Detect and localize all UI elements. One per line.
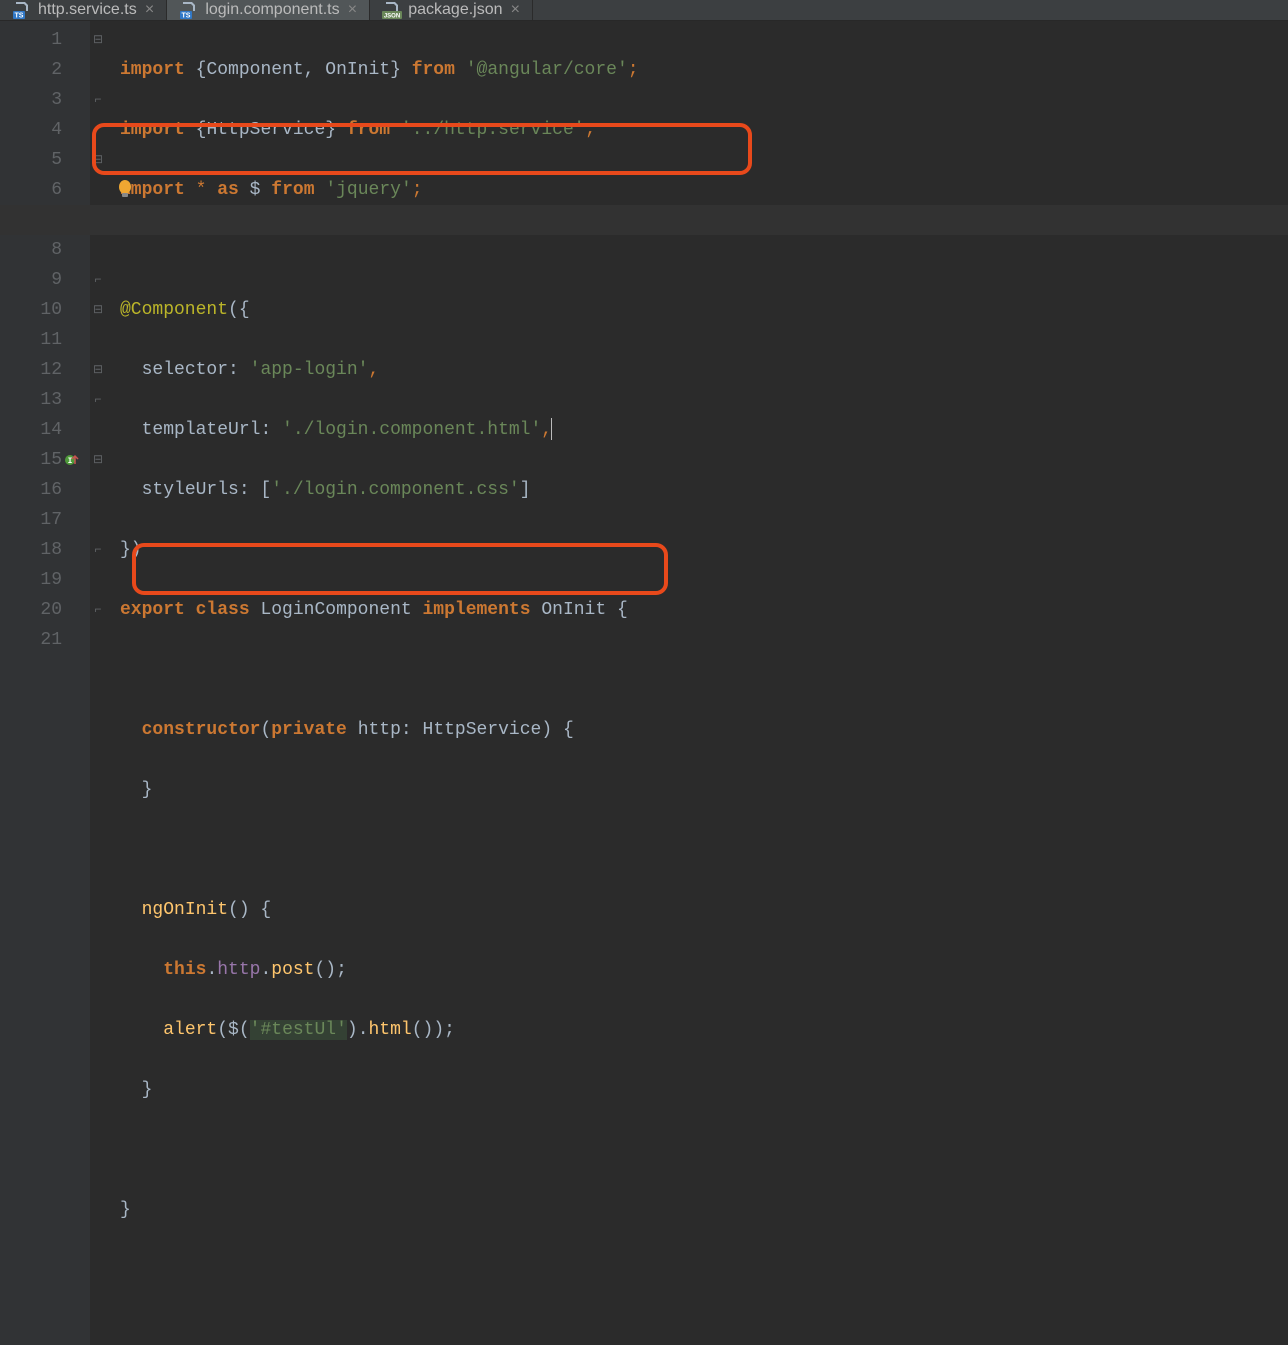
line-number: 6 xyxy=(0,175,62,205)
line-number: 15 xyxy=(0,445,62,475)
line-number: 17 xyxy=(0,505,62,535)
code-editor[interactable]: 1 2 3 4 5 6 7 8 9 10 11 12 13 14 15 16 1… xyxy=(0,21,1288,1345)
tab-label: package.json xyxy=(408,1,502,19)
line-number: 5 xyxy=(0,145,62,175)
line-number: 1 xyxy=(0,25,62,55)
svg-text:TS: TS xyxy=(182,13,191,20)
tab-label: http.service.ts xyxy=(38,1,137,19)
tab-label: login.component.ts xyxy=(205,1,339,19)
line-number: 12 xyxy=(0,355,62,385)
line-number: 11 xyxy=(0,325,62,355)
tab-login-component[interactable]: TS login.component.ts × xyxy=(167,0,370,20)
code-text[interactable]: import {Component, OnInit} from '@angula… xyxy=(90,21,1288,1345)
line-number: 21 xyxy=(0,625,62,655)
line-number: 3 xyxy=(0,85,62,115)
tab-http-service[interactable]: TS http.service.ts × xyxy=(0,0,167,20)
line-number: 18 xyxy=(0,535,62,565)
line-number: 13 xyxy=(0,385,62,415)
svg-text:TS: TS xyxy=(15,13,24,20)
line-number: 2 xyxy=(0,55,62,85)
line-number: 14 xyxy=(0,415,62,445)
line-number: 10 xyxy=(0,295,62,325)
json-file-icon: JSON xyxy=(382,0,402,20)
gutter-marker-icon[interactable]: I xyxy=(64,452,80,468)
line-number: 8 xyxy=(0,235,62,265)
close-icon[interactable]: × xyxy=(143,1,157,19)
close-icon[interactable]: × xyxy=(346,1,360,19)
intention-bulb-icon[interactable] xyxy=(116,179,136,199)
close-icon[interactable]: × xyxy=(509,1,523,19)
tab-package-json[interactable]: JSON package.json × xyxy=(370,0,533,20)
line-number: 19 xyxy=(0,565,62,595)
line-number: 16 xyxy=(0,475,62,505)
ts-file-icon: TS xyxy=(179,0,199,20)
ts-file-icon: TS xyxy=(12,0,32,20)
line-number: 20 xyxy=(0,595,62,625)
tab-bar: TS http.service.ts × TS login.component.… xyxy=(0,0,1288,21)
line-number: 4 xyxy=(0,115,62,145)
line-number: 9 xyxy=(0,265,62,295)
svg-text:JSON: JSON xyxy=(384,14,400,20)
text-caret xyxy=(551,418,552,440)
